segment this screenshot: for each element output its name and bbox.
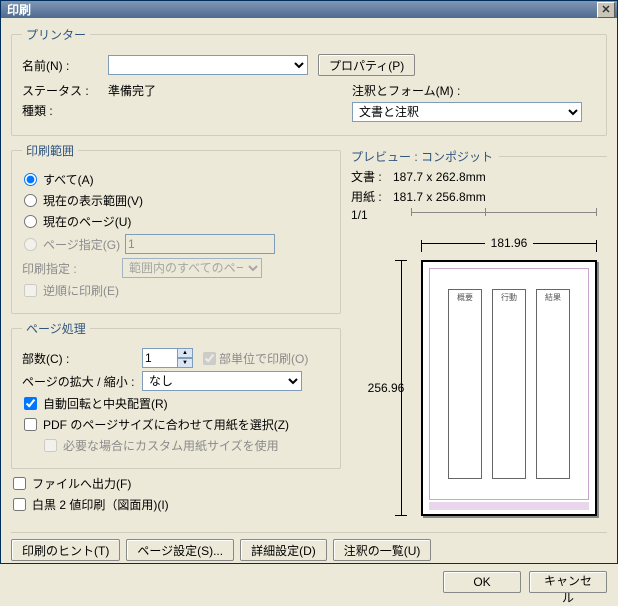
- paper-label: 用紙 :: [351, 188, 393, 205]
- page-setup-button[interactable]: ページ設定(S)...: [126, 539, 234, 561]
- scaling-select[interactable]: なし: [142, 371, 302, 391]
- radio-current-page[interactable]: [24, 215, 37, 228]
- bw-checkbox[interactable]: [13, 498, 26, 511]
- handling-legend: ページ処理: [22, 320, 90, 337]
- preview-area: 181.96 256.96 概要 行動 結果: [351, 226, 607, 526]
- printer-group: プリンター 名前(N) : プロパティ(P) ステータス : 準備完了: [11, 26, 607, 136]
- comments-label: 注釈とフォーム(M) :: [352, 82, 460, 99]
- subset-select: 範囲内のすべてのペー: [122, 258, 262, 278]
- doc-label: 文書 :: [351, 168, 393, 185]
- radio-current-page-label: 現在のページ(U): [43, 213, 131, 230]
- autorotate-checkbox[interactable]: [24, 397, 37, 410]
- choose-paper-checkbox[interactable]: [24, 418, 37, 431]
- printer-name-select[interactable]: [108, 55, 308, 75]
- radio-all[interactable]: [24, 173, 37, 186]
- custom-paper-label: 必要な場合にカスタム用紙サイズを使用: [63, 437, 279, 454]
- reverse-label: 逆順に印刷(E): [43, 282, 119, 299]
- width-dimension: 181.96: [421, 236, 597, 250]
- summarize-comments-button[interactable]: 注釈の一覧(U): [333, 539, 432, 561]
- properties-button[interactable]: プロパティ(P): [318, 54, 415, 76]
- status-label: ステータス :: [22, 82, 108, 99]
- page-preview: 概要 行動 結果: [421, 260, 597, 516]
- width-value: 181.96: [485, 236, 534, 250]
- autorotate-label: 自動回転と中央配置(R): [43, 395, 168, 412]
- copies-spinner[interactable]: ▲▼: [177, 348, 193, 368]
- comments-select[interactable]: 文書と注釈: [352, 102, 582, 122]
- radio-current-view-label: 現在の表示範囲(V): [43, 192, 143, 209]
- pages-input: [125, 234, 275, 254]
- radio-all-label: すべて(A): [43, 171, 94, 188]
- radio-pages-label: ページ指定(G): [43, 236, 123, 253]
- range-legend: 印刷範囲: [22, 142, 78, 159]
- height-dimension: 256.96: [361, 260, 411, 516]
- zoom-scale[interactable]: [411, 208, 597, 218]
- bw-label: 白黒 2 値印刷（図面用)(I): [32, 496, 169, 513]
- copies-input[interactable]: [142, 348, 178, 368]
- printer-legend: プリンター: [22, 26, 90, 43]
- print-to-file-label: ファイルへ出力(F): [32, 475, 131, 492]
- spin-down-icon[interactable]: ▼: [177, 358, 193, 368]
- preview-legend: プレビュー : コンポジット: [351, 148, 499, 165]
- printing-tips-button[interactable]: 印刷のヒント(T): [11, 539, 120, 561]
- subset-label: 印刷指定 :: [22, 260, 122, 277]
- print-to-file-checkbox[interactable]: [13, 477, 26, 490]
- page-counter: 1/1: [351, 208, 368, 222]
- type-value: [108, 102, 276, 119]
- collate-checkbox: [203, 352, 216, 365]
- close-button[interactable]: ✕: [597, 2, 615, 18]
- height-value: 256.96: [368, 377, 405, 399]
- advanced-button[interactable]: 詳細設定(D): [240, 539, 327, 561]
- radio-current-view[interactable]: [24, 194, 37, 207]
- collate-label: 部単位で印刷(O): [219, 350, 308, 367]
- status-value: 準備完了: [108, 82, 156, 99]
- reverse-checkbox: [24, 284, 37, 297]
- cancel-button[interactable]: キャンセル: [529, 571, 607, 593]
- radio-pages: [24, 238, 37, 251]
- window-title: 印刷: [7, 1, 597, 18]
- copies-label: 部数(C) :: [22, 350, 142, 367]
- printer-name-label: 名前(N) :: [22, 57, 108, 74]
- print-range-group: 印刷範囲 すべて(A) 現在の表示範囲(V) 現在のページ(U) ページ指定(G…: [11, 142, 341, 314]
- spin-up-icon[interactable]: ▲: [177, 348, 193, 358]
- doc-value: 187.7 x 262.8mm: [393, 170, 486, 184]
- ok-button[interactable]: OK: [443, 571, 521, 593]
- choose-paper-label: PDF のページサイズに合わせて用紙を選択(Z): [43, 416, 289, 433]
- paper-value: 181.7 x 256.8mm: [393, 190, 486, 204]
- custom-paper-checkbox: [44, 439, 57, 452]
- preview-col: 行動: [492, 289, 526, 479]
- preview-col: 概要: [448, 289, 482, 479]
- type-label: 種類 :: [22, 102, 108, 119]
- titlebar[interactable]: 印刷 ✕: [1, 1, 617, 18]
- preview-col: 結果: [536, 289, 570, 479]
- print-dialog: 印刷 ✕ プリンター 名前(N) : プロパティ(P) ステータス : 準備完了: [0, 0, 618, 564]
- scaling-label: ページの拡大 / 縮小 :: [22, 373, 142, 390]
- page-handling-group: ページ処理 部数(C) : ▲▼ 部単位で印刷(O) ページの拡大 / 縮小 :…: [11, 320, 341, 469]
